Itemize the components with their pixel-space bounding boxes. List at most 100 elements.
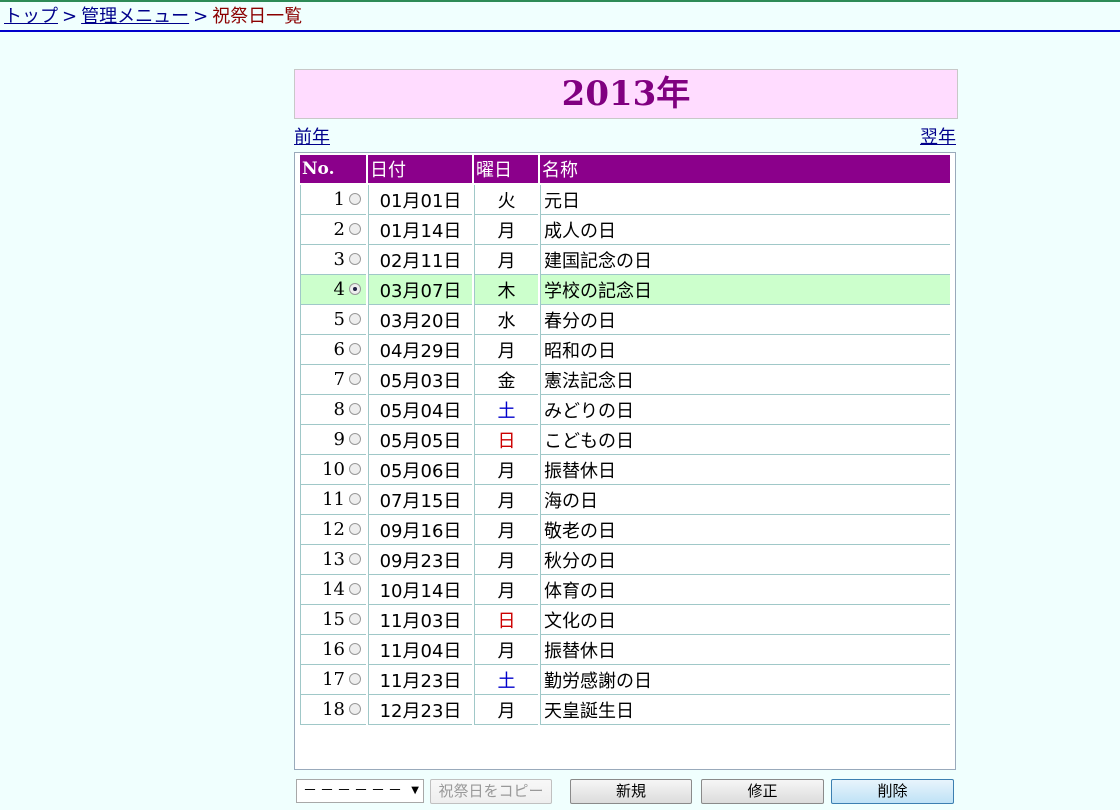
cell-weekday: 木 [474,275,538,305]
cell-no: 1 [300,185,366,215]
row-number: 16 [322,639,345,660]
row-number: 5 [333,309,345,330]
table-row[interactable]: 15 11月03日日文化の日 [300,605,950,635]
year-navigation: 前年 翌年 [294,119,958,152]
chevron-down-icon: ▼ [411,785,419,796]
cell-date: 10月14日 [368,575,472,605]
row-select-radio[interactable] [349,703,361,715]
cell-date: 01月14日 [368,215,472,245]
cell-no: 2 [300,215,366,245]
row-select-radio[interactable] [349,613,361,625]
row-select-radio[interactable] [349,403,361,415]
copy-holidays-button[interactable]: 祝祭日をコピー [430,779,552,804]
previous-year-link[interactable]: 前年 [294,123,330,149]
table-row[interactable]: 9 05月05日日こどもの日 [300,425,950,455]
table-row[interactable]: 16 11月04日月振替休日 [300,635,950,665]
edit-button[interactable]: 修正 [701,779,824,804]
row-select-radio[interactable] [349,193,361,205]
row-number: 6 [333,339,345,360]
cell-date: 12月23日 [368,695,472,725]
cell-no: 9 [300,425,366,455]
cell-no: 18 [300,695,366,725]
column-header-name: 名称 [540,155,950,185]
row-number: 15 [322,609,345,630]
row-number: 13 [322,549,345,570]
copy-year-select-value: －－－－－－ [303,783,405,799]
row-select-radio[interactable] [349,553,361,565]
new-button[interactable]: 新規 [570,779,692,804]
breadcrumb-link-home[interactable]: トップ [4,6,58,27]
cell-holiday-name: 元日 [540,185,950,215]
cell-date: 11月03日 [368,605,472,635]
row-select-radio[interactable] [349,253,361,265]
table-row[interactable]: 11 07月15日月海の日 [300,485,950,515]
row-select-radio[interactable] [349,283,361,295]
cell-date: 01月01日 [368,185,472,215]
row-select-radio[interactable] [349,433,361,445]
row-select-radio[interactable] [349,673,361,685]
row-select-radio[interactable] [349,493,361,505]
row-select-radio[interactable] [349,343,361,355]
breadcrumb-current-page: 祝祭日一覧 [212,6,303,27]
row-select-radio[interactable] [349,523,361,535]
cell-weekday: 金 [474,365,538,395]
delete-button[interactable]: 削除 [831,779,954,804]
next-year-link[interactable]: 翌年 [920,123,956,149]
row-number: 18 [322,699,345,720]
table-row[interactable]: 1 01月01日火元日 [300,185,950,215]
cell-holiday-name: 春分の日 [540,305,950,335]
row-number: 11 [322,489,345,510]
table-row[interactable]: 5 03月20日水春分の日 [300,305,950,335]
breadcrumb-separator: > [193,6,209,27]
table-row[interactable]: 18 12月23日月天皇誕生日 [300,695,950,725]
table-row[interactable]: 3 02月11日月建国記念の日 [300,245,950,275]
row-select-radio[interactable] [349,643,361,655]
cell-holiday-name: 学校の記念日 [540,275,950,305]
cell-holiday-name: 体育の日 [540,575,950,605]
row-select-radio[interactable] [349,313,361,325]
table-row[interactable]: 12 09月16日月敬老の日 [300,515,950,545]
row-select-radio[interactable] [349,373,361,385]
row-number: 8 [333,399,345,420]
cell-no: 3 [300,245,366,275]
cell-no: 11 [300,485,366,515]
table-header-row: No. 日付 曜日 名称 [300,155,950,185]
table-row[interactable]: 10 05月06日月振替休日 [300,455,950,485]
cell-weekday: 月 [474,215,538,245]
cell-no: 5 [300,305,366,335]
table-row[interactable]: 7 05月03日金憲法記念日 [300,365,950,395]
table-row[interactable]: 2 01月14日月成人の日 [300,215,950,245]
cell-holiday-name: 振替休日 [540,635,950,665]
cell-date: 03月07日 [368,275,472,305]
copy-year-select[interactable]: －－－－－－ ▼ [296,779,424,803]
table-row[interactable]: 4 03月07日木学校の記念日 [300,275,950,305]
holiday-table-container: No. 日付 曜日 名称 1 01月01日火元日 2 01月14日月成人の日 3 02月1… [294,152,956,770]
column-header-weekday: 曜日 [474,155,538,185]
table-row[interactable]: 13 09月23日月秋分の日 [300,545,950,575]
cell-date: 05月03日 [368,365,472,395]
row-select-radio[interactable] [349,223,361,235]
cell-date: 05月05日 [368,425,472,455]
cell-no: 4 [300,275,366,305]
cell-no: 16 [300,635,366,665]
cell-holiday-name: 海の日 [540,485,950,515]
row-number: 9 [333,429,345,450]
cell-holiday-name: こどもの日 [540,425,950,455]
cell-holiday-name: 振替休日 [540,455,950,485]
cell-date: 11月23日 [368,665,472,695]
cell-no: 12 [300,515,366,545]
row-number: 3 [333,249,345,270]
table-row[interactable]: 6 04月29日月昭和の日 [300,335,950,365]
breadcrumb: トップ > 管理メニュー > 祝祭日一覧 [0,2,1120,32]
cell-no: 8 [300,395,366,425]
table-row[interactable]: 14 10月14日月体育の日 [300,575,950,605]
row-select-radio[interactable] [349,583,361,595]
cell-holiday-name: 秋分の日 [540,545,950,575]
row-select-radio[interactable] [349,463,361,475]
breadcrumb-link-admin-menu[interactable]: 管理メニュー [81,6,189,27]
table-row[interactable]: 8 05月04日土みどりの日 [300,395,950,425]
row-number: 12 [322,519,345,540]
action-bar: －－－－－－ ▼ 祝祭日をコピー 新規 修正 削除 [296,778,960,806]
cell-weekday: 土 [474,665,538,695]
table-row[interactable]: 17 11月23日土勤労感謝の日 [300,665,950,695]
